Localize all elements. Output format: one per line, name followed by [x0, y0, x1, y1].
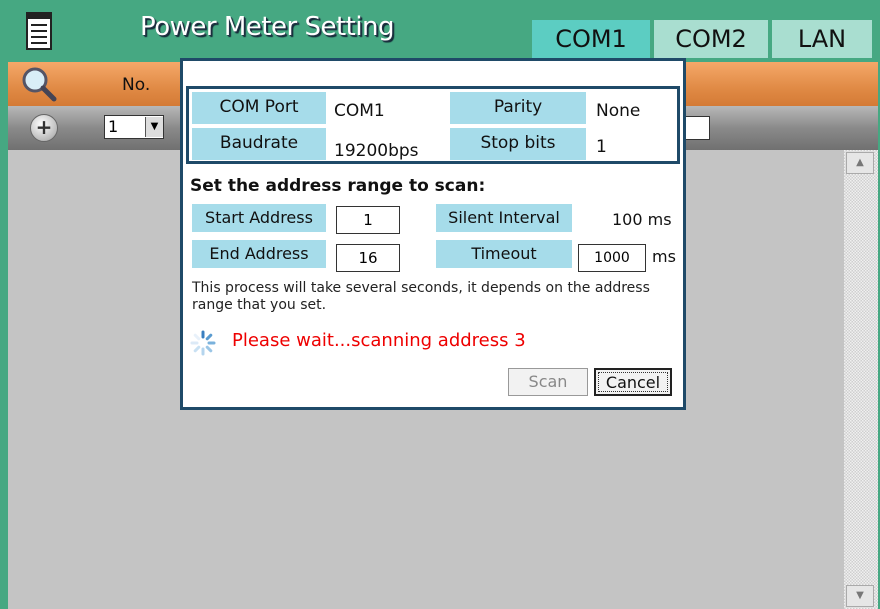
start-address-input[interactable]: 1	[336, 206, 400, 234]
cancel-button[interactable]: Cancel	[594, 368, 672, 396]
chevron-down-icon[interactable]: ▼	[145, 117, 163, 137]
scroll-up-icon[interactable]: ▲	[846, 152, 874, 174]
stop-bits-label: Stop bits	[450, 128, 586, 160]
scan-button[interactable]: Scan	[508, 368, 588, 396]
tab-lan[interactable]: LAN	[772, 20, 872, 58]
plus-circle-icon[interactable]: +	[30, 114, 58, 142]
parity-value: None	[596, 101, 641, 121]
stop-bits-value: 1	[596, 137, 607, 157]
tab-com2[interactable]: COM2	[654, 20, 768, 58]
scan-status-text: Please wait...scanning address 3	[232, 330, 526, 351]
baudrate-label: Baudrate	[192, 128, 326, 160]
silent-interval-label: Silent Interval	[436, 204, 572, 232]
loading-spinner-icon	[190, 330, 216, 356]
timeout-unit: ms	[652, 247, 676, 266]
page-title: Power Meter Setting	[140, 12, 395, 42]
baudrate-value: 19200bps	[334, 141, 419, 161]
scroll-down-icon[interactable]: ▼	[846, 585, 874, 607]
end-address-input[interactable]: 16	[336, 244, 400, 272]
com-port-label: COM Port	[192, 92, 326, 124]
tab-com1[interactable]: COM1	[532, 20, 650, 58]
vertical-scrollbar[interactable]	[844, 150, 878, 609]
column-header-no: No.	[122, 75, 151, 95]
parity-label: Parity	[450, 92, 586, 124]
silent-interval-value: 100 ms	[612, 210, 672, 229]
document-list-icon[interactable]	[24, 11, 54, 51]
com-port-value: COM1	[334, 101, 385, 121]
timeout-label: Timeout	[436, 240, 572, 268]
address-select-value: 1	[108, 117, 119, 136]
magnifier-icon[interactable]	[16, 62, 60, 106]
scan-range-heading: Set the address range to scan:	[190, 176, 486, 196]
timeout-input[interactable]: 1000	[578, 244, 646, 272]
start-address-label: Start Address	[192, 204, 326, 232]
end-address-label: End Address	[192, 240, 326, 268]
info-text: This process will take several seconds, …	[192, 280, 650, 313]
